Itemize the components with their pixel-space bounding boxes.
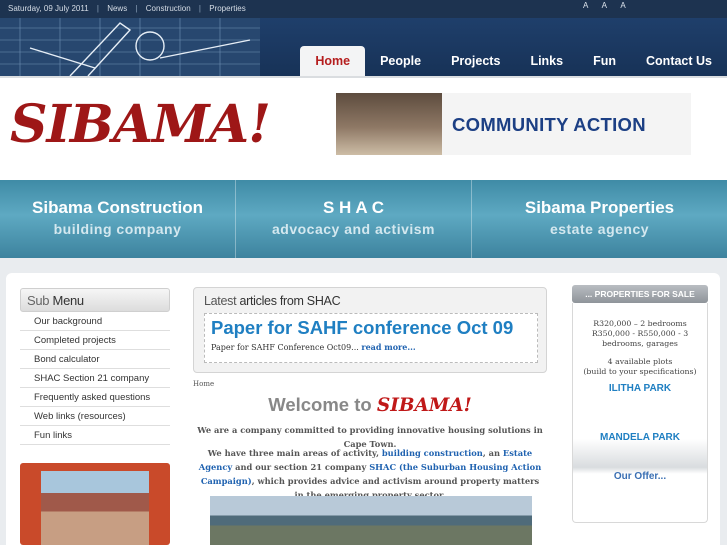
nav-links[interactable]: Links	[515, 46, 578, 76]
community-photo	[336, 93, 442, 155]
latest-heading: Latest articles from SHAC	[194, 288, 546, 308]
plots-line: (build to your specifications)	[583, 367, 697, 376]
division-construction[interactable]: Sibama Construction building company	[0, 180, 236, 258]
top-link-construction[interactable]: Construction	[146, 4, 191, 13]
building-construction-link[interactable]: building construction	[382, 448, 483, 458]
divisions-strip: Sibama Construction building company S H…	[0, 180, 727, 258]
top-bar: Saturday, 09 July 2011 | News | Construc…	[0, 0, 727, 18]
division-title: S H A C	[322, 198, 385, 217]
heading-light: Sub	[27, 293, 50, 308]
welcome-brand: SIBAMA!	[376, 395, 472, 416]
plots-line: 4 available plots	[607, 357, 673, 366]
header: Home People Projects Links Fun Contact U…	[0, 18, 727, 76]
latest-articles: Latest articles from SHAC Paper for SAHF…	[193, 287, 547, 373]
sub-menu-item-shac-section21[interactable]: SHAC Section 21 company	[20, 369, 170, 388]
properties-heading: ... PROPERTIES FOR SALE	[572, 285, 708, 303]
sub-menu: Sub Menu Our background Completed projec…	[20, 288, 170, 445]
sub-menu-item-bond-calculator[interactable]: Bond calculator	[20, 350, 170, 369]
top-link-properties[interactable]: Properties	[209, 4, 245, 13]
price-line: R350,000 - R550,000 - 3	[591, 329, 689, 338]
sub-menu-item-fun-links[interactable]: Fun links	[20, 426, 170, 445]
division-subtitle: building company	[53, 221, 182, 237]
landscape-photo	[210, 496, 532, 545]
ilitha-park-link[interactable]: ILITHA PARK	[573, 383, 707, 394]
sub-menu-heading: Sub Menu	[20, 288, 170, 312]
heading-bold: Menu	[52, 293, 85, 308]
text: and our section 21 company	[235, 462, 367, 472]
properties-for-sale: ... PROPERTIES FOR SALE R320,000 – 2 bed…	[572, 285, 708, 523]
text: , an	[482, 448, 500, 458]
nav-home[interactable]: Home	[300, 46, 366, 76]
division-title: Sibama Properties	[524, 198, 675, 217]
nav-contact-us[interactable]: Contact Us	[631, 46, 727, 76]
our-offer-link[interactable]: Our Offer...	[573, 471, 707, 482]
mandela-park-link[interactable]: MANDELA PARK	[573, 432, 707, 443]
promo-box[interactable]	[20, 463, 170, 545]
heading-bold: articles from SHAC	[239, 294, 341, 308]
current-date: Saturday, 09 July 2011	[8, 4, 89, 13]
blueprint-graphic	[0, 18, 260, 76]
breadcrumb[interactable]: Home	[193, 380, 214, 388]
article-summary: Paper for SAHF Conference Oct09... read …	[205, 339, 537, 352]
properties-body: R320,000 – 2 bedrooms R350,000 - R550,00…	[572, 303, 708, 523]
division-properties[interactable]: Sibama Properties estate agency	[472, 180, 727, 258]
main-content: Sub Menu Our background Completed projec…	[6, 273, 720, 545]
price-line: bedrooms, garages	[602, 339, 678, 348]
top-link-news[interactable]: News	[107, 4, 127, 13]
nav-people[interactable]: People	[365, 46, 436, 76]
price-line: R320,000 – 2 bedrooms	[593, 319, 687, 328]
house-photo	[41, 471, 149, 545]
heading-light: Latest	[204, 294, 237, 308]
welcome-prefix: Welcome to	[268, 394, 372, 415]
article-box: Paper for SAHF conference Oct 09 Paper f…	[204, 313, 538, 363]
summary-text: Paper for SAHF Conference Oct09...	[211, 343, 359, 352]
separator: |	[135, 4, 138, 13]
page-title: Welcome to SIBAMA!	[193, 394, 547, 416]
division-shac[interactable]: S H A C advocacy and activism	[236, 180, 472, 258]
top-links: Saturday, 09 July 2011 | News | Construc…	[8, 4, 252, 13]
sub-menu-item-background[interactable]: Our background	[20, 312, 170, 331]
main-nav: Home People Projects Links Fun Contact U…	[300, 46, 727, 76]
community-action-banner[interactable]: COMMUNITY ACTION	[336, 93, 691, 155]
read-more-link[interactable]: read more...	[361, 342, 415, 352]
separator: |	[96, 4, 99, 13]
banner: SIBAMA! COMMUNITY ACTION	[0, 76, 727, 180]
nav-projects[interactable]: Projects	[436, 46, 515, 76]
sub-menu-item-faq[interactable]: Frequently asked questions	[20, 388, 170, 407]
activity-paragraph: We have three main areas of activity, bu…	[196, 446, 544, 502]
sub-menu-item-completed-projects[interactable]: Completed projects	[20, 331, 170, 350]
sub-menu-item-web-links[interactable]: Web links (resources)	[20, 407, 170, 426]
nav-fun[interactable]: Fun	[578, 46, 631, 76]
division-title: Sibama Construction	[32, 198, 203, 217]
separator: |	[198, 4, 201, 13]
division-subtitle: advocacy and activism	[271, 221, 436, 237]
community-action-label: COMMUNITY ACTION	[452, 114, 646, 135]
division-subtitle: estate agency	[549, 221, 650, 237]
font-size-switcher[interactable]: A A A	[583, 1, 632, 10]
site-logo[interactable]: SIBAMA!	[10, 94, 271, 155]
text: We have three main areas of activity,	[207, 448, 379, 458]
article-title[interactable]: Paper for SAHF conference Oct 09	[205, 314, 537, 339]
